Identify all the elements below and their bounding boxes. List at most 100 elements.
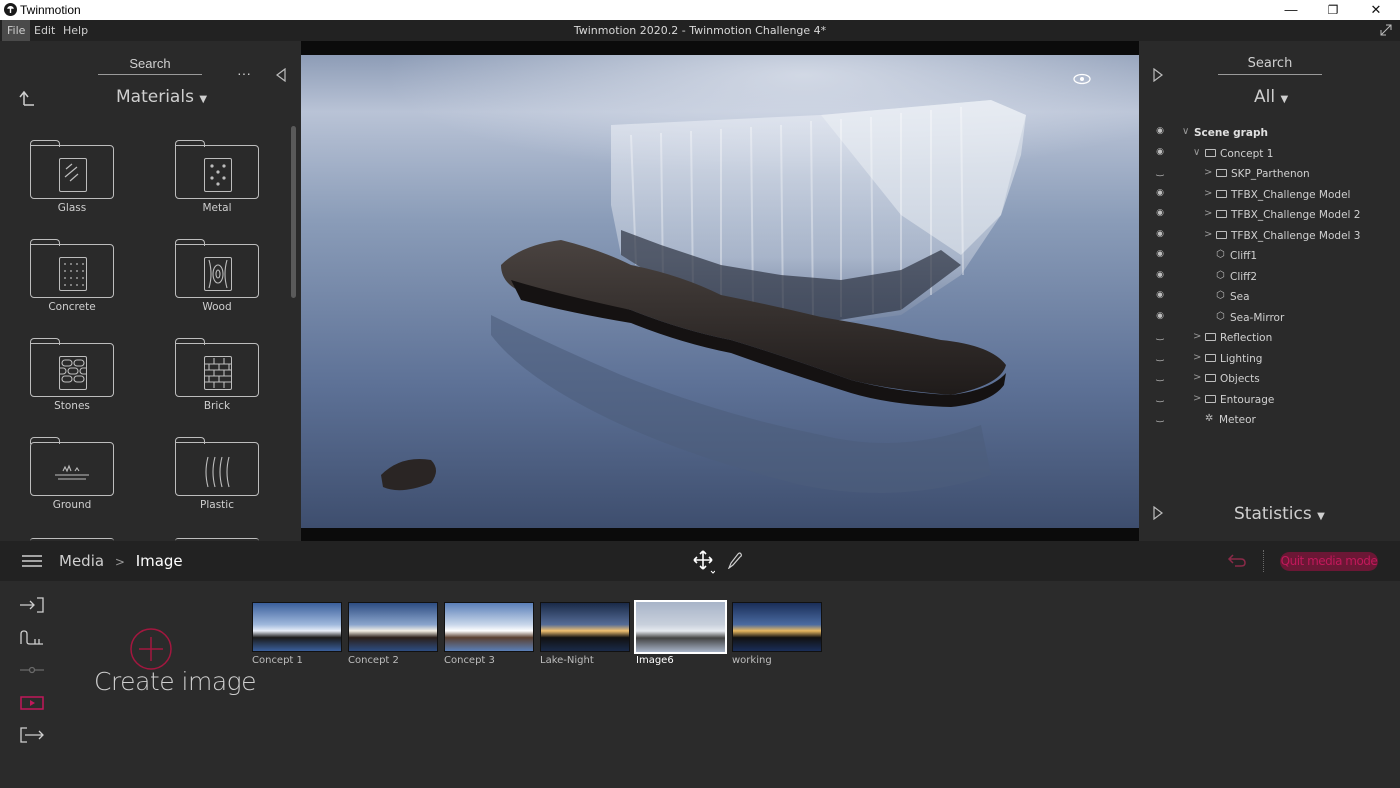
visibility-eye-icon[interactable] — [1072, 73, 1092, 85]
scene-search-input[interactable]: Search — [1218, 56, 1322, 75]
library-search-input[interactable]: Search — [98, 56, 202, 75]
chevron-down-icon[interactable]: ∨ — [1182, 126, 1192, 137]
maximize-button[interactable]: ❐ — [1312, 0, 1354, 20]
scene-render[interactable] — [301, 55, 1139, 528]
chevron-right-icon[interactable]: > — [1193, 393, 1203, 404]
3d-viewport[interactable] — [301, 41, 1139, 541]
library-scrollbar[interactable] — [291, 126, 296, 298]
tree-item[interactable]: ◉ ⬡ Cliff1 — [1140, 246, 1400, 267]
tree-item[interactable]: ◉ ⬡ Cliff2 — [1140, 267, 1400, 288]
menu-help[interactable]: Help — [58, 20, 93, 41]
image-thumbnail[interactable] — [444, 602, 534, 652]
tree-item[interactable]: ‿ > SKP_Parthenon — [1140, 164, 1400, 185]
chevron-right-icon[interactable]: > — [1193, 352, 1203, 363]
tree-item-label: SKP_Parthenon — [1231, 168, 1310, 180]
collapse-right-icon[interactable] — [1152, 68, 1164, 82]
tree-item[interactable]: ◉ > TFBX_Challenge Model 3 — [1140, 226, 1400, 247]
material-tile-wood[interactable]: Wood — [174, 239, 259, 313]
material-tile-stones[interactable]: Stones — [29, 338, 114, 412]
eye-closed-icon[interactable]: ‿ — [1154, 393, 1166, 403]
chevron-right-icon[interactable]: > — [1204, 208, 1214, 219]
filter-dropdown[interactable]: All ▼ — [1254, 87, 1288, 107]
tree-item[interactable]: ◉ ⬡ Sea — [1140, 287, 1400, 308]
tree-item[interactable]: ‿ > Reflection — [1140, 328, 1400, 349]
eye-open-icon[interactable]: ◉ — [1154, 188, 1166, 198]
eye-open-icon[interactable]: ◉ — [1154, 270, 1166, 280]
eye-open-icon[interactable]: ◉ — [1154, 311, 1166, 321]
material-tile-glass[interactable]: Glass — [29, 140, 114, 214]
image-thumbnail[interactable] — [540, 602, 630, 652]
menu-file[interactable]: File — [2, 20, 31, 41]
expand-icon[interactable] — [1380, 24, 1392, 36]
image-thumbnail[interactable] — [348, 602, 438, 652]
object-icon: ⬡ — [1216, 310, 1225, 322]
hamburger-menu-icon[interactable] — [22, 554, 42, 568]
image-thumbnail-label: working — [732, 655, 772, 666]
plastic-icon — [204, 455, 232, 489]
undo-icon[interactable] — [1227, 552, 1247, 568]
tree-item-label: Objects — [1220, 373, 1260, 385]
chevron-right-icon[interactable]: > — [1193, 331, 1203, 342]
minimize-button[interactable]: — — [1270, 0, 1312, 20]
category-dropdown[interactable]: Materials ▼ — [116, 87, 207, 107]
chevron-down-icon[interactable]: ∨ — [1193, 147, 1203, 158]
media-image-icon[interactable] — [20, 695, 44, 711]
material-label: Plastic — [200, 499, 234, 511]
chevron-right-icon[interactable]: > — [1204, 229, 1214, 240]
tree-item[interactable]: ‿ ✲ Meteor — [1140, 410, 1400, 431]
image-thumbnail[interactable] — [634, 600, 727, 654]
statistics-dropdown[interactable]: Statistics ▼ — [1234, 504, 1325, 524]
tree-item[interactable]: ◉ > TFBX_Challenge Model 2 — [1140, 205, 1400, 226]
close-button[interactable]: ✕ — [1355, 0, 1397, 20]
material-tile-ground[interactable]: Ground — [29, 437, 114, 511]
material-tile-metal[interactable]: Metal — [174, 140, 259, 214]
tree-item[interactable]: ‿ > Entourage — [1140, 390, 1400, 411]
tree-item[interactable]: ◉ > TFBX_Challenge Model — [1140, 185, 1400, 206]
animation-path-icon[interactable] — [20, 630, 44, 646]
collapse-left-icon[interactable] — [275, 68, 287, 82]
image-thumbnail-label: Image6 — [636, 655, 674, 666]
image-thumbnail[interactable] — [252, 602, 342, 652]
eyedropper-icon[interactable] — [728, 551, 742, 569]
image-thumbnail[interactable] — [732, 602, 822, 652]
eye-open-icon[interactable]: ◉ — [1154, 290, 1166, 300]
tree-item-label: Meteor — [1219, 414, 1256, 426]
export-icon[interactable] — [20, 727, 44, 743]
eye-closed-icon[interactable]: ‿ — [1154, 331, 1166, 341]
brick-icon — [204, 356, 232, 390]
eye-closed-icon[interactable]: ‿ — [1154, 372, 1166, 382]
breadcrumb-media[interactable]: Media — [59, 552, 104, 570]
tree-item-label: TFBX_Challenge Model 2 — [1231, 209, 1361, 221]
image-thumbnail-label: Lake-Night — [540, 655, 594, 666]
chevron-right-icon[interactable]: > — [1204, 188, 1214, 199]
back-arrow-icon[interactable] — [18, 90, 36, 106]
tree-item[interactable]: ‿ > Objects — [1140, 369, 1400, 390]
tree-item[interactable]: ◉ ∨ Concept 1 — [1140, 144, 1400, 165]
eye-open-icon[interactable]: ◉ — [1154, 208, 1166, 218]
eye-open-icon[interactable]: ◉ — [1154, 126, 1166, 136]
tree-item[interactable]: ◉ ∨ Scene graph — [1140, 123, 1400, 144]
material-label: Metal — [202, 202, 232, 214]
expand-statistics-icon[interactable] — [1152, 506, 1164, 520]
eye-open-icon[interactable]: ◉ — [1154, 249, 1166, 259]
eye-closed-icon[interactable]: ‿ — [1154, 413, 1166, 423]
tree-item[interactable]: ◉ ⬡ Sea-Mirror — [1140, 308, 1400, 329]
material-tile-concrete[interactable]: Concrete — [29, 239, 114, 313]
quit-media-mode-button[interactable]: Quit media mode — [1280, 552, 1378, 571]
more-options-button[interactable]: ··· — [237, 65, 251, 81]
tree-item-label: TFBX_Challenge Model 3 — [1231, 229, 1361, 242]
eye-closed-icon[interactable]: ‿ — [1154, 352, 1166, 362]
eye-closed-icon[interactable]: ‿ — [1154, 167, 1166, 177]
chevron-right-icon[interactable]: > — [1204, 167, 1214, 178]
material-tile-plastic[interactable]: Plastic — [174, 437, 259, 511]
eye-open-icon[interactable]: ◉ — [1154, 229, 1166, 239]
tree-item[interactable]: ‿ > Lighting — [1140, 349, 1400, 370]
phasing-icon[interactable] — [20, 662, 44, 678]
menu-edit[interactable]: Edit — [29, 20, 60, 41]
image-thumbnail-label: Concept 3 — [444, 655, 495, 666]
import-icon[interactable] — [20, 597, 44, 613]
material-tile-brick[interactable]: Brick — [174, 338, 259, 412]
eye-open-icon[interactable]: ◉ — [1154, 147, 1166, 157]
chevron-right-icon[interactable]: > — [1193, 372, 1203, 383]
move-tool-icon[interactable] — [693, 550, 715, 574]
